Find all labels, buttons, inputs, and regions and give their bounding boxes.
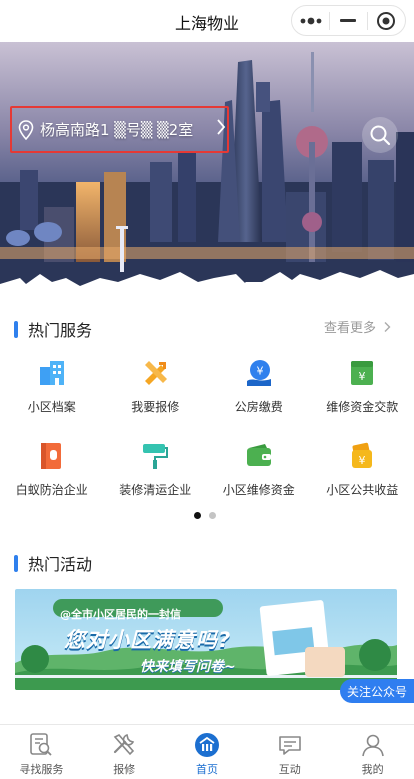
service-label: 白蚁防治企业 (15, 483, 88, 497)
service-community-archive[interactable]: 小区档案 (0, 358, 104, 415)
view-more-link[interactable]: 查看更多 (324, 317, 392, 336)
service-label: 小区公共收益 (326, 483, 399, 497)
profile-icon (361, 734, 384, 757)
tab-label: 报修 (113, 763, 136, 776)
service-public-income[interactable]: ¥ 小区公共收益 (311, 441, 414, 498)
wallet-icon (244, 441, 274, 471)
service-repair-request[interactable]: 我要报修 (104, 358, 208, 415)
service-label: 小区档案 (27, 400, 76, 414)
service-label: 维修资金交款 (326, 400, 399, 414)
search-icon (370, 125, 391, 146)
tab-profile[interactable]: 我的 (331, 725, 414, 779)
pagination-dot-active[interactable] (194, 512, 201, 519)
carousel-pagination (194, 512, 224, 519)
home-icon (194, 733, 219, 757)
svg-text:¥: ¥ (359, 454, 366, 467)
tab-repair[interactable]: 报修 (83, 725, 166, 779)
service-grid-row-2: 白蚁防治企业 装修清运企业 小区维修资金 ¥ 小区公共收益 (0, 441, 414, 498)
section-accent-bar (14, 320, 18, 338)
search-button[interactable] (362, 117, 398, 153)
address-selector[interactable]: 杨高南路1 ▒号▒ ▒2室 (10, 106, 229, 153)
svg-text:¥: ¥ (256, 365, 263, 378)
tools-icon (140, 358, 170, 388)
service-label: 我要报修 (131, 400, 180, 414)
navigation-bar: 上海物业 (0, 0, 414, 42)
hot-services-title: 热门服务 (28, 321, 93, 340)
service-renovation-cleanup[interactable]: 装修清运企业 (104, 441, 208, 498)
yuan-card-icon: ¥ (347, 358, 377, 388)
tab-label: 首页 (195, 763, 218, 776)
tab-label: 互动 (278, 763, 301, 776)
chevron-right-icon (384, 321, 391, 332)
activity-banner-headline: 您对小区满意吗? (64, 628, 232, 652)
more-dots-icon[interactable] (292, 5, 329, 36)
mini-program-capsule (291, 5, 406, 36)
bottom-tab-bar: 寻找服务 报修 首页 互动 我的 (0, 724, 414, 779)
chat-icon (278, 736, 301, 755)
tab-home[interactable]: 首页 (166, 725, 249, 779)
address-text: 杨高南路1 ▒号▒ ▒2室 (40, 121, 194, 139)
pest-control-icon (37, 441, 67, 471)
pagination-dot[interactable] (209, 512, 216, 519)
hot-services-header: 热门服务 (14, 317, 92, 341)
yuan-bag-icon: ¥ (347, 441, 377, 471)
service-label: 装修清运企业 (119, 483, 192, 497)
activity-banner-subtitle: @全市小区居民的一封信 (60, 608, 181, 621)
service-public-housing-payment[interactable]: ¥ 公房缴费 (207, 358, 311, 415)
find-service-icon (30, 733, 53, 756)
city-banner-image (0, 42, 414, 296)
building-icon (37, 358, 67, 388)
service-grid-row-1: 小区档案 我要报修 ¥ 公房缴费 ¥ 维修资金交款 (0, 358, 414, 415)
tab-interaction[interactable]: 互动 (248, 725, 331, 779)
activity-banner-cta: 快来填写问卷~ (140, 659, 236, 675)
repair-tools-icon (113, 733, 135, 756)
section-accent-bar (14, 554, 18, 572)
tab-find-service[interactable]: 寻找服务 (0, 725, 83, 779)
tab-label: 寻找服务 (19, 763, 64, 776)
view-more-label: 查看更多 (323, 321, 376, 336)
paint-roller-icon (140, 441, 170, 471)
follow-official-account-button[interactable]: 关注公众号 (340, 679, 414, 703)
service-label: 公房缴费 (234, 400, 283, 414)
service-termite-control[interactable]: 白蚁防治企业 (0, 441, 104, 498)
location-pin-icon (18, 119, 34, 140)
hot-activities-title: 热门活动 (28, 555, 93, 574)
tab-label: 我的 (361, 763, 384, 776)
hot-activities-header: 热门活动 (14, 551, 92, 575)
chevron-right-icon (217, 119, 226, 135)
service-maintenance-fund[interactable]: 小区维修资金 (207, 441, 311, 498)
svg-text:¥: ¥ (359, 370, 366, 383)
service-maintenance-fund-payment[interactable]: ¥ 维修资金交款 (311, 358, 414, 415)
service-label: 小区维修资金 (222, 483, 295, 497)
yuan-payment-icon: ¥ (244, 358, 274, 388)
minimize-icon[interactable] (330, 5, 367, 36)
target-close-icon[interactable] (368, 5, 405, 36)
